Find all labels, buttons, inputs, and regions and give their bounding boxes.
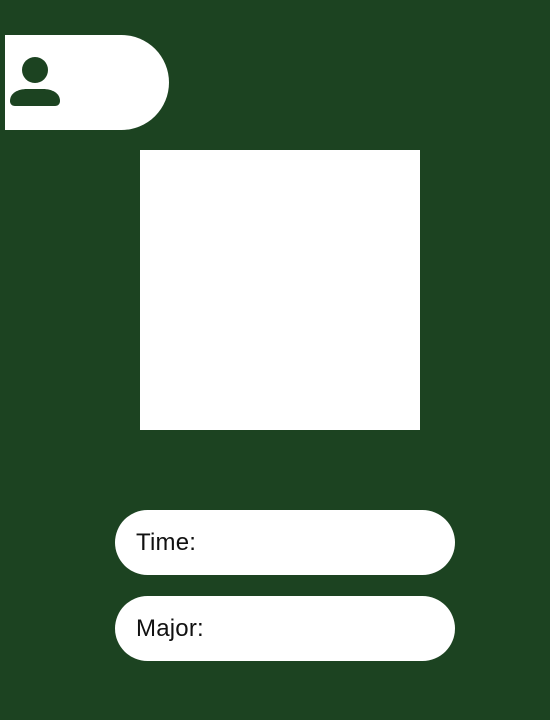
profile-button[interactable]: [5, 35, 169, 130]
major-field: Major:: [115, 596, 455, 661]
time-label: Time:: [136, 528, 197, 556]
image-placeholder: [140, 150, 420, 430]
user-icon: [10, 57, 60, 106]
major-label: Major:: [136, 614, 204, 642]
time-field: Time:: [115, 510, 455, 575]
